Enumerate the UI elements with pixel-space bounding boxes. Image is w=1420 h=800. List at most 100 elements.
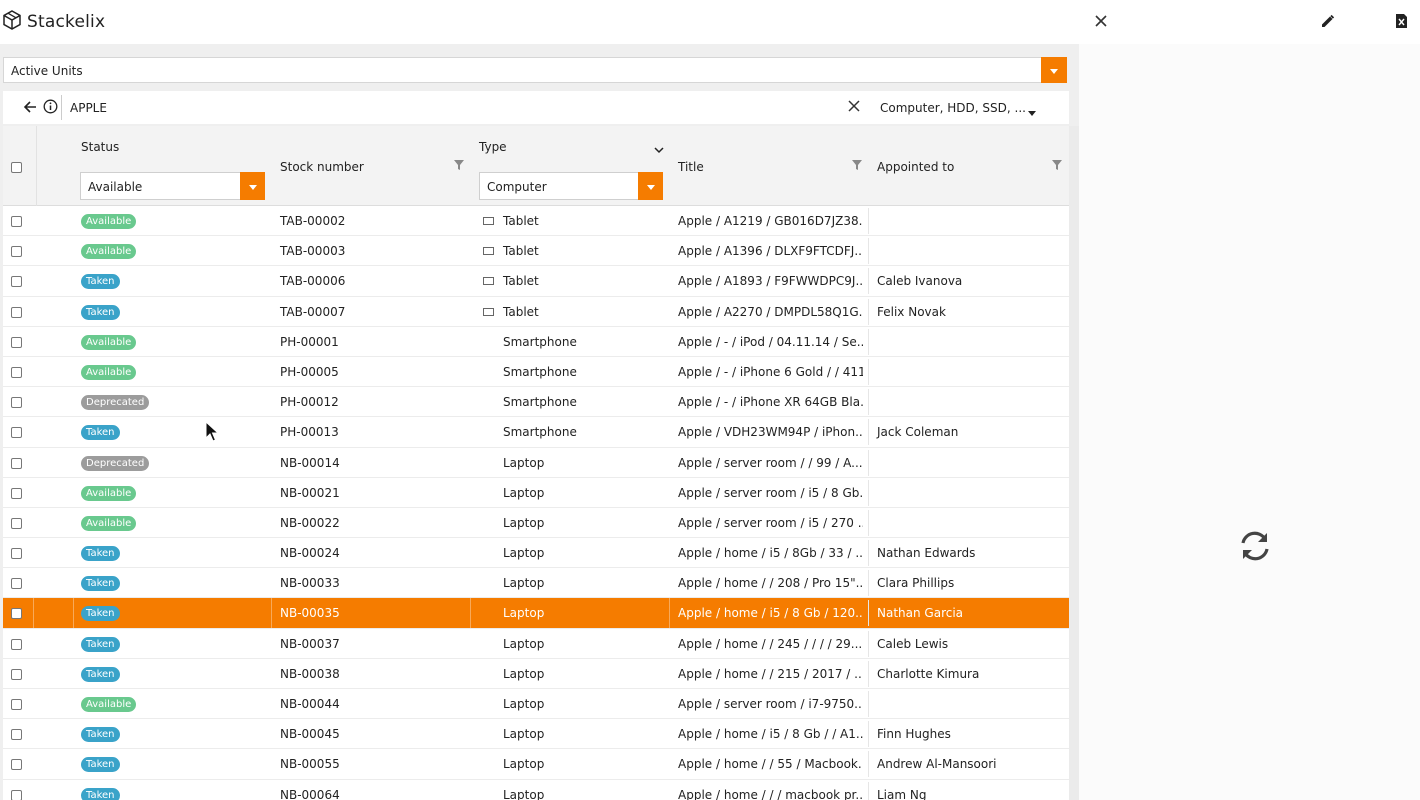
view-selector-dropdown-button[interactable] <box>1041 57 1067 83</box>
column-divider <box>868 691 869 717</box>
unit-type: Tablet <box>503 274 539 289</box>
table-row[interactable]: Deprecated NB-00014 Laptop Apple / server r… <box>3 448 1069 478</box>
status-badge: Taken <box>81 727 120 743</box>
column-header-title[interactable]: Title <box>678 160 704 174</box>
chevron-down-icon[interactable] <box>654 143 664 157</box>
filter-icon[interactable] <box>1052 159 1062 173</box>
export-file-icon[interactable] <box>1392 12 1410 30</box>
column-divider <box>868 328 869 355</box>
row-checkbox[interactable] <box>11 668 22 680</box>
filter-icon[interactable] <box>852 159 862 173</box>
row-checkbox[interactable] <box>11 306 22 318</box>
row-checkbox[interactable] <box>11 517 22 529</box>
row-checkbox[interactable] <box>11 608 22 620</box>
unit-type: Laptop <box>503 485 545 500</box>
unit-title: Apple / home / i5 / 8 Gb / 120... <box>678 606 863 621</box>
table-row[interactable]: Available NB-00022 Laptop Apple / server ro… <box>3 508 1069 539</box>
row-checkbox[interactable] <box>11 789 22 800</box>
unit-type: Smartphone <box>503 364 577 379</box>
type-filter-value: Computer <box>487 180 547 194</box>
select-all-checkbox[interactable] <box>11 162 22 173</box>
tablet-icon <box>483 247 494 256</box>
row-checkbox[interactable] <box>11 246 22 258</box>
unit-title: Apple / home / i5 / 8Gb / 33 / ... <box>678 546 863 561</box>
row-checkbox[interactable] <box>11 216 22 227</box>
edit-pencil-icon[interactable] <box>1318 12 1336 30</box>
view-selector[interactable]: Active Units <box>3 57 1067 83</box>
back-arrow-icon[interactable] <box>23 100 37 117</box>
column-divider <box>868 419 869 446</box>
stock-number: NB-00045 <box>280 727 340 742</box>
unit-type: Laptop <box>503 546 545 561</box>
close-icon[interactable] <box>1092 12 1110 30</box>
status-badge: Taken <box>81 636 120 652</box>
view-selector-value: Active Units <box>11 64 83 78</box>
row-checkbox[interactable] <box>11 699 22 710</box>
table-row[interactable]: Taken NB-00064 Laptop Apple / home / / / ma… <box>3 780 1069 800</box>
row-checkbox[interactable] <box>11 366 22 378</box>
column-header-appointed-to[interactable]: Appointed to <box>877 160 954 174</box>
table-row[interactable]: Available TAB-00002 Tablet Apple / A1219 / … <box>3 206 1069 237</box>
row-checkbox[interactable] <box>11 729 22 741</box>
column-header-type[interactable]: Type <box>479 140 507 154</box>
table-row[interactable]: Taken PH-00013 Smartphone Apple / VDH23WM94… <box>3 417 1069 448</box>
table-row[interactable]: Taken NB-00038 Laptop Apple / home / / 215 … <box>3 659 1069 689</box>
row-checkbox[interactable] <box>11 397 22 409</box>
table-row[interactable]: Taken NB-00033 Laptop Apple / home / / 208 … <box>3 568 1069 599</box>
row-checkbox[interactable] <box>11 638 22 650</box>
column-divider <box>868 208 869 234</box>
unit-title: Apple / - / iPhone 6 Gold / / 411 <box>678 364 863 379</box>
row-checkbox[interactable] <box>11 759 22 771</box>
caret-down-icon[interactable] <box>1028 105 1036 119</box>
stock-number: NB-00033 <box>280 576 340 591</box>
table-row[interactable]: Taken NB-00055 Laptop Apple / home / / 55 /… <box>3 749 1069 780</box>
vertical-scrollbar[interactable] <box>1069 126 1079 800</box>
table-row[interactable]: Deprecated PH-00012 Smartphone Apple / - / … <box>3 387 1069 418</box>
status-badge: Taken <box>81 274 120 290</box>
table-row[interactable]: Taken NB-00037 Laptop Apple / home / / 245 … <box>3 629 1069 659</box>
stock-number: NB-00024 <box>280 546 340 561</box>
table-row[interactable]: Available PH-00001 Smartphone Apple / - / i… <box>3 327 1069 357</box>
type-filter-dropdown-button[interactable] <box>638 172 663 200</box>
row-checkbox[interactable] <box>11 276 22 288</box>
app-logo[interactable]: Stackelix <box>3 10 105 33</box>
stock-number: NB-00055 <box>280 757 340 772</box>
column-divider <box>868 540 869 567</box>
table-row[interactable]: Taken TAB-00007 Tablet Apple / A2270 / DMPD… <box>3 297 1069 327</box>
table-row[interactable]: Available TAB-00003 Tablet Apple / A1396 / … <box>3 236 1069 267</box>
column-divider <box>669 598 670 629</box>
filter-icon[interactable] <box>454 159 464 173</box>
status-filter[interactable]: Available <box>80 172 265 200</box>
tablet-icon <box>483 277 494 286</box>
table-row[interactable]: Available NB-00044 Laptop Apple / server ro… <box>3 689 1069 720</box>
row-checkbox[interactable] <box>11 487 22 499</box>
table-row[interactable]: Taken NB-00045 Laptop Apple / home / i5 / 8… <box>3 719 1069 750</box>
caret-down-icon <box>646 179 655 193</box>
info-icon[interactable] <box>43 99 58 117</box>
unit-title: Apple / home / / 215 / 2017 / ... <box>678 666 863 681</box>
category-filter[interactable]: Computer, HDD, SSD, ... <box>880 101 1026 115</box>
clear-filter-icon[interactable] <box>848 100 860 115</box>
table-row[interactable]: Available PH-00005 Smartphone Apple / - / i… <box>3 357 1069 388</box>
status-filter-dropdown-button[interactable] <box>240 172 265 200</box>
refresh-icon[interactable] <box>1237 528 1273 567</box>
table-row[interactable]: Taken NB-00035 Laptop Apple / home / i5 / 8… <box>3 598 1069 629</box>
column-header-status[interactable]: Status <box>81 140 119 154</box>
row-checkbox[interactable] <box>11 548 22 560</box>
stock-number: NB-00022 <box>280 515 340 530</box>
column-header-stock-number[interactable]: Stock number <box>280 160 364 174</box>
type-filter[interactable]: Computer <box>479 172 663 200</box>
table-row[interactable]: Available NB-00021 Laptop Apple / server ro… <box>3 478 1069 508</box>
row-checkbox[interactable] <box>11 336 22 348</box>
status-badge: Taken <box>81 757 120 773</box>
table-row[interactable]: Taken TAB-00006 Tablet Apple / A1893 / F9FW… <box>3 266 1069 297</box>
table-row[interactable]: Taken NB-00024 Laptop Apple / home / i5 / 8… <box>3 538 1069 569</box>
column-divider <box>868 660 869 687</box>
breadcrumb: APPLE Computer, HDD, SSD, ... <box>3 91 1069 124</box>
row-checkbox[interactable] <box>11 457 22 469</box>
appointed-to: Charlotte Kimura <box>877 666 980 681</box>
row-checkbox[interactable] <box>11 427 22 439</box>
row-checkbox[interactable] <box>11 578 22 590</box>
unit-title: Apple / A1893 / F9FWWDPC9J... <box>678 274 863 289</box>
status-badge: Available <box>81 364 137 380</box>
